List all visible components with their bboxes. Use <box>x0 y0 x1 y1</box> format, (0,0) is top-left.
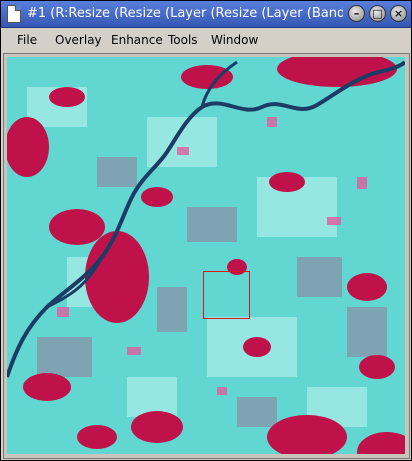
menu-bar: File Overlay Enhance Tools Window <box>1 28 411 52</box>
menu-overlay[interactable]: Overlay <box>55 33 102 47</box>
menu-tools[interactable]: Tools <box>168 33 198 47</box>
minimize-icon[interactable]: – <box>348 5 365 22</box>
maximize-icon[interactable]: □ <box>369 5 386 22</box>
satellite-image[interactable] <box>7 57 405 454</box>
satellite-image-canvas <box>7 57 405 454</box>
window-title: #1 (R:Resize (Resize (Layer (Resize (Lay… <box>27 6 343 21</box>
title-bar[interactable]: #1 (R:Resize (Resize (Layer (Resize (Lay… <box>1 1 411 28</box>
close-icon[interactable]: × <box>390 5 407 22</box>
image-window: #1 (R:Resize (Resize (Layer (Resize (Lay… <box>0 0 412 461</box>
menu-file[interactable]: File <box>17 33 37 47</box>
image-frame <box>3 53 410 459</box>
zoom-box[interactable] <box>203 271 250 319</box>
document-icon <box>7 5 21 23</box>
menu-window[interactable]: Window <box>211 33 258 47</box>
menu-enhance[interactable]: Enhance <box>111 33 163 47</box>
